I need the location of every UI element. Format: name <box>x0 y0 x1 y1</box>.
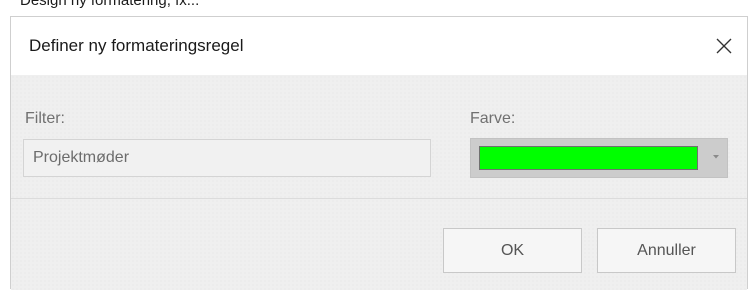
background-text-fragment: Design ny formatering, fx... <box>0 0 752 12</box>
color-swatch <box>479 146 698 170</box>
chevron-down-icon <box>713 155 719 159</box>
color-label: Farve: <box>470 110 516 127</box>
filter-value: Projektmøder <box>33 149 130 166</box>
cancel-button[interactable]: Annuller <box>597 228 736 273</box>
dialog-titlebar: Definer ny formateringsregel <box>11 17 747 75</box>
filter-field: Projektmøder <box>23 139 431 177</box>
dialog-body: Filter: Projektmøder Farve: <box>11 75 747 198</box>
dialog-title: Definer ny formateringsregel <box>29 36 244 55</box>
dialog-footer: OK Annuller <box>11 199 747 290</box>
ok-button[interactable]: OK <box>443 228 582 273</box>
color-dropdown[interactable] <box>470 138 728 178</box>
background-text: Design ny formatering, fx... <box>20 0 200 9</box>
close-icon <box>716 38 732 54</box>
close-button[interactable] <box>701 17 747 75</box>
format-rule-dialog: Definer ny formateringsregel Filter: Pro… <box>10 16 748 290</box>
filter-label: Filter: <box>25 110 65 127</box>
